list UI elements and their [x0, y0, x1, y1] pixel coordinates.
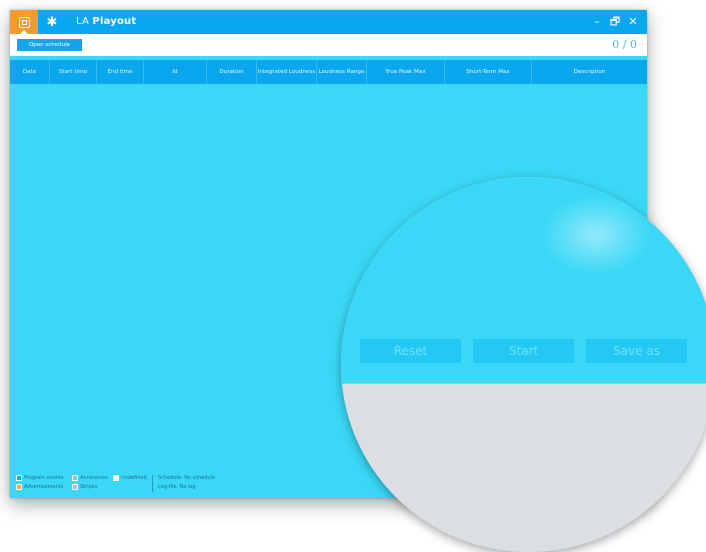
playout-tab-button[interactable] — [10, 10, 38, 34]
legend-swatch — [16, 475, 22, 481]
column-header-true-peak-max[interactable]: True Peak Max — [367, 60, 445, 84]
open-schedule-button[interactable]: Open schedule — [17, 39, 82, 51]
playout-icon — [18, 16, 30, 28]
legend-advertisements: Advertisements — [16, 484, 63, 490]
column-header-description[interactable]: Description — [532, 60, 647, 84]
column-header-end-time[interactable]: End time — [97, 60, 144, 84]
column-header-short-term-max[interactable]: Short-Term Max — [445, 60, 532, 84]
settings-tab-button[interactable]: ✱ — [38, 10, 66, 34]
magnifier-lens: Reset Start Save as — [341, 177, 706, 552]
app-title: LA Playout — [76, 10, 136, 34]
legend-label: Stripes — [80, 484, 98, 490]
column-header-start-time[interactable]: Start time — [50, 60, 97, 84]
legend-stripes: Stripes — [72, 484, 97, 490]
legend-program-events: Program events — [16, 475, 64, 481]
toolbar: Open schedule 0 / 0 — [10, 34, 647, 56]
legend-label: Announces — [80, 475, 108, 481]
title-bar: ✱ LA Playout – 🗗 ✕ — [10, 10, 647, 34]
schedule-status: Schedule: No schedule — [158, 475, 215, 481]
legend-label: Advertisements — [24, 484, 64, 490]
column-header-date[interactable]: Date — [10, 60, 50, 84]
legend-label: Undefined — [121, 475, 147, 481]
start-button[interactable]: Start — [473, 339, 574, 363]
legend-swatch — [16, 484, 22, 490]
legend-swatch — [113, 475, 119, 481]
save-as-button[interactable]: Save as — [586, 339, 687, 363]
table-header: Date Start time End time Id Duration Int… — [10, 60, 647, 84]
app-title-main: Playout — [92, 16, 137, 27]
legend-swatch — [72, 484, 78, 490]
schedule-status-label: Schedule: No schedule — [158, 475, 216, 481]
gear-icon: ✱ — [46, 14, 58, 30]
lens-shine — [541, 195, 651, 275]
restore-button[interactable]: 🗗 — [607, 10, 623, 34]
log-file-status: Log-file: No log — [158, 484, 196, 490]
minimize-button[interactable]: – — [589, 10, 605, 34]
legend-undefined: Undefined — [113, 475, 147, 481]
event-counter: 0 / 0 — [612, 38, 637, 51]
reset-button[interactable]: Reset — [360, 339, 461, 363]
legend-label: Program events — [24, 475, 64, 481]
log-file-status-label: Log-file: No log — [158, 484, 196, 490]
close-button[interactable]: ✕ — [625, 10, 641, 34]
app-title-prefix: LA — [76, 16, 93, 27]
legend-swatch — [72, 475, 78, 481]
column-header-integrated-loudness[interactable]: Integrated Loudness — [257, 60, 317, 84]
legend-divider — [152, 475, 153, 492]
magnified-footer — [341, 383, 706, 552]
column-header-duration[interactable]: Duration — [207, 60, 257, 84]
legend-announces: Announces — [72, 475, 108, 481]
column-header-id[interactable]: Id — [144, 60, 207, 84]
column-header-loudness-range[interactable]: Loudness Range — [317, 60, 367, 84]
